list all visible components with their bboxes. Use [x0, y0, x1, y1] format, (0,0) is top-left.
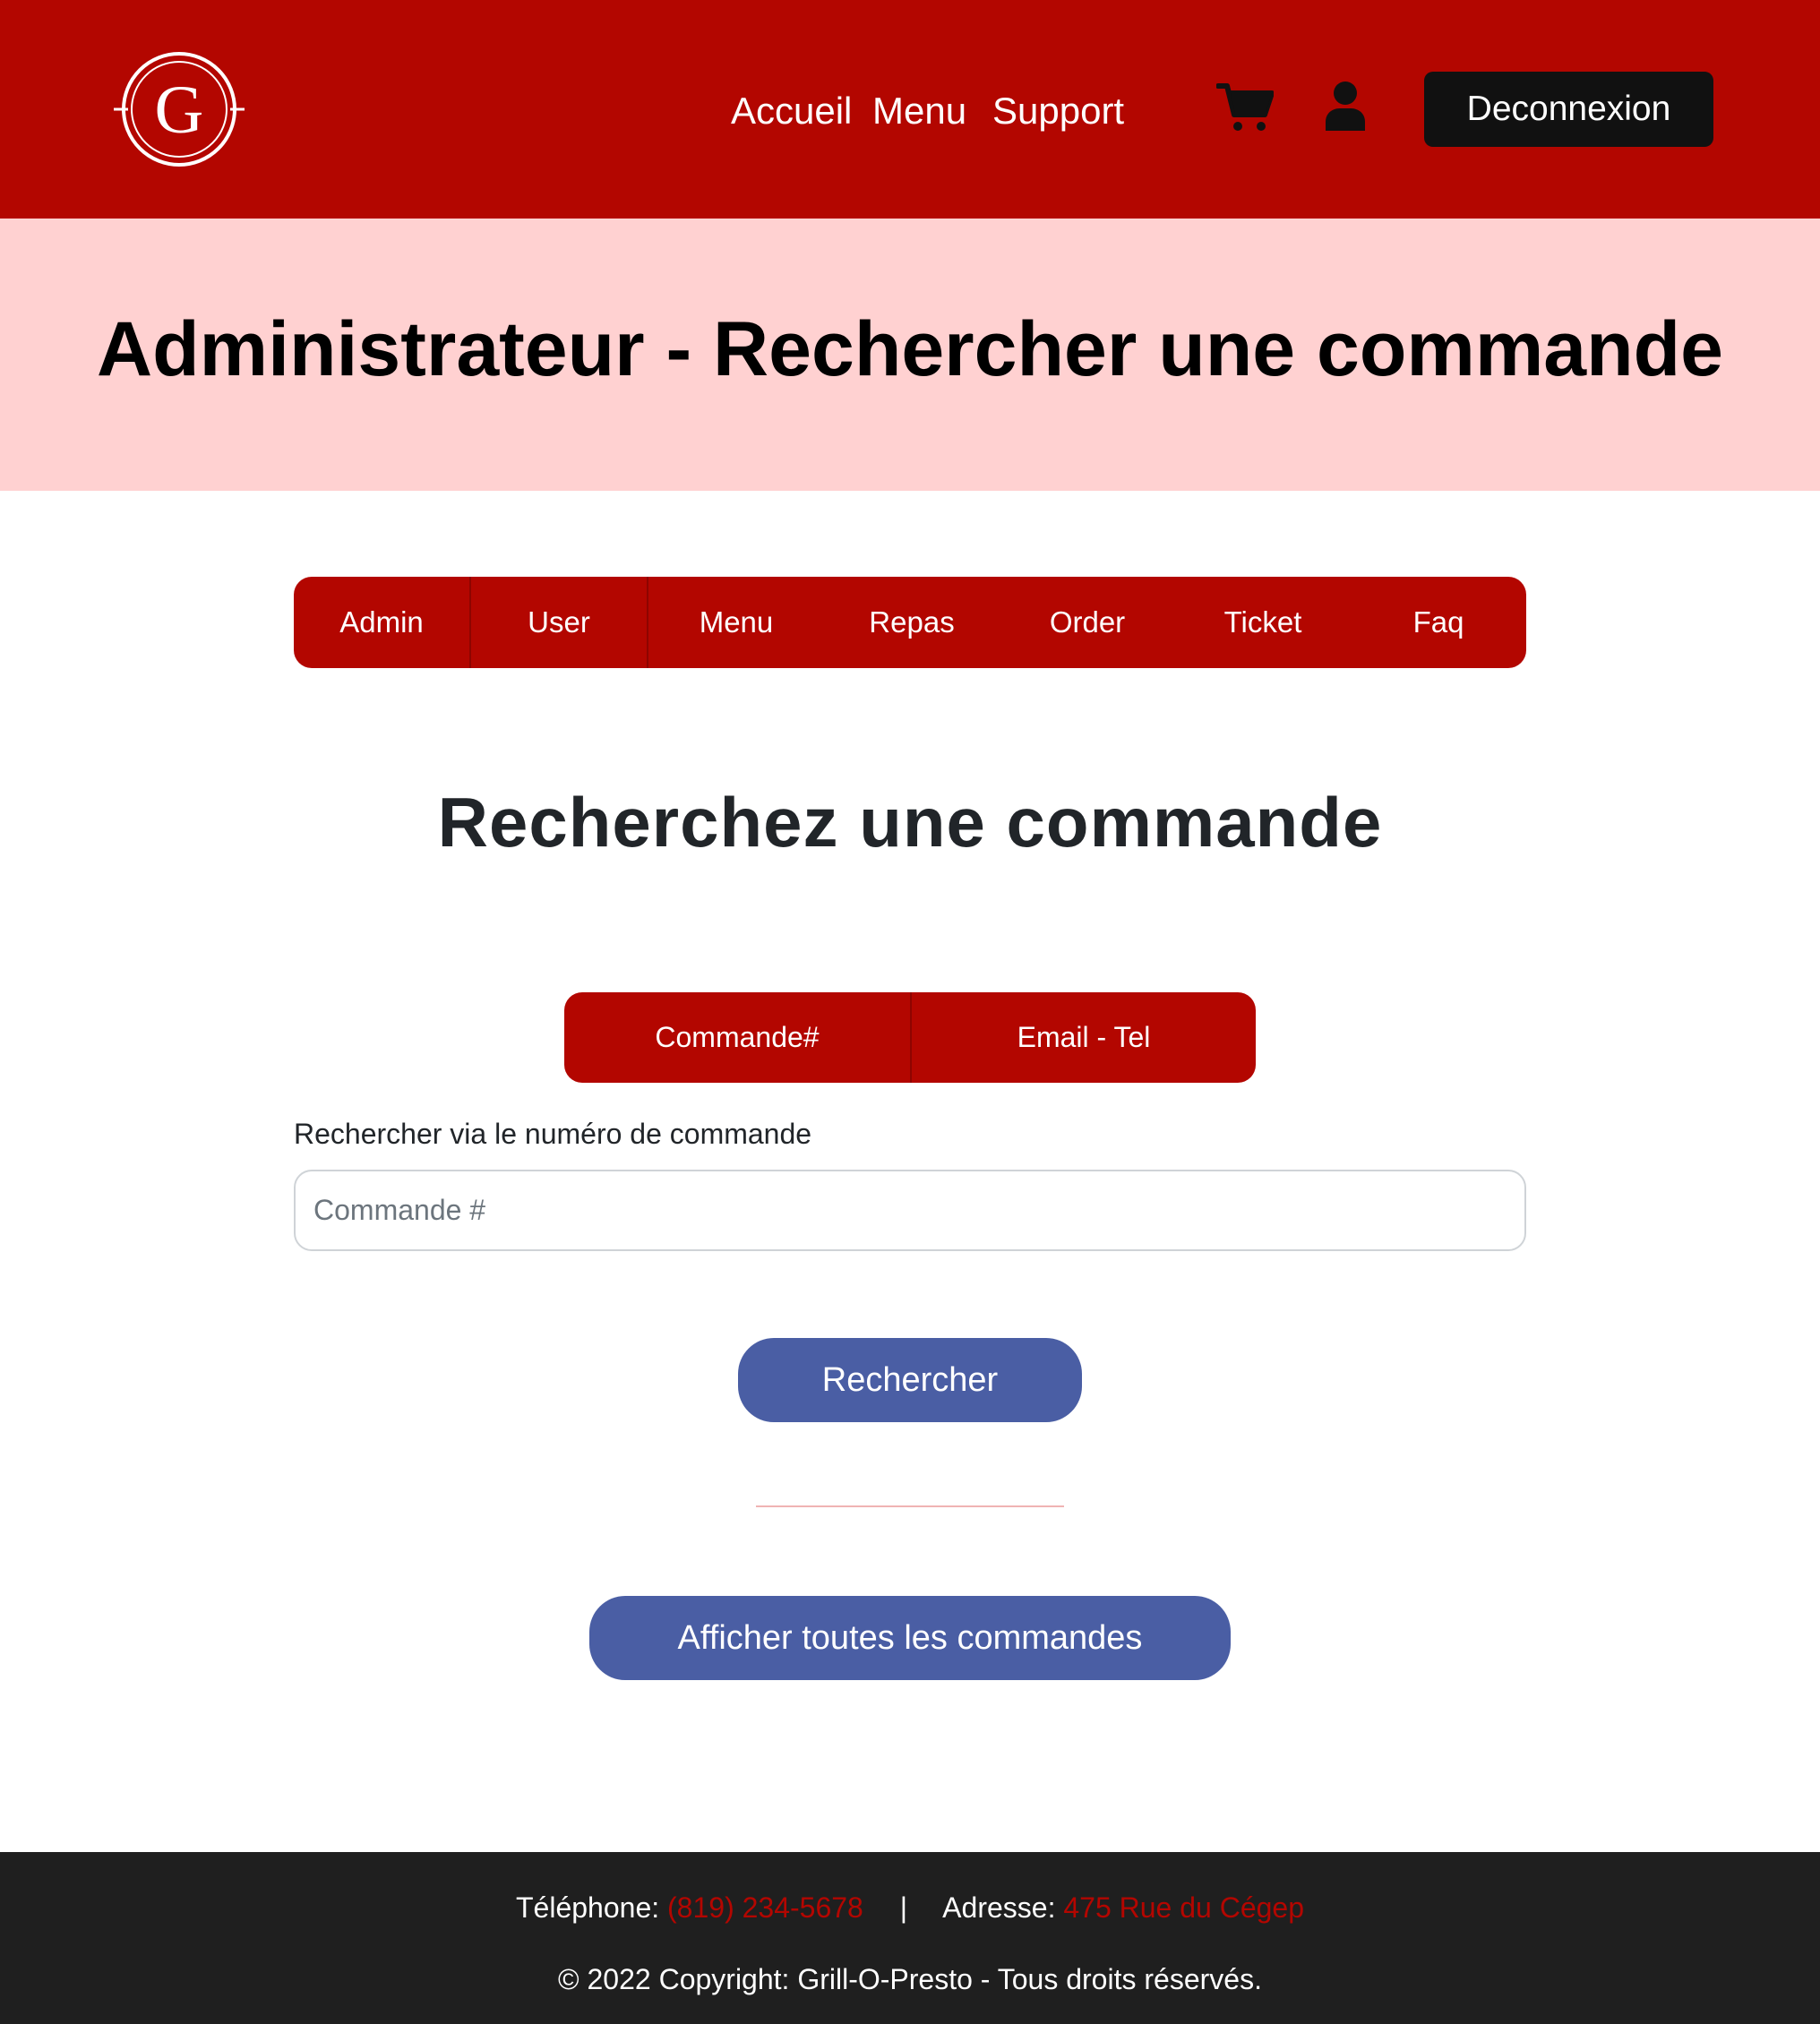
footer-contact: Téléphone: (819) 234-5678 | Adresse: 475…: [0, 1884, 1820, 1931]
user-icon[interactable]: [1324, 81, 1367, 131]
tab-menu[interactable]: Menu: [648, 577, 824, 668]
search-section-title: Recherchez une commande: [437, 783, 1383, 862]
page-title: Administrateur - Rechercher une commande: [96, 306, 1724, 392]
tab-order[interactable]: Order: [1000, 577, 1175, 668]
tab-admin[interactable]: Admin: [294, 577, 471, 668]
order-number-label: Rechercher via le numéro de commande: [294, 1118, 812, 1150]
admin-tabs: Admin User Menu Repas Order Ticket Faq: [294, 577, 1526, 668]
site-footer: Téléphone: (819) 234-5678 | Adresse: 475…: [0, 1852, 1820, 2024]
tab-user[interactable]: User: [471, 577, 648, 668]
search-mode-toggle: Commande# Email - Tel: [564, 992, 1256, 1083]
cart-icon[interactable]: [1216, 82, 1274, 133]
phone-link[interactable]: (819) 234-5678: [667, 1891, 863, 1924]
section-divider: [756, 1505, 1064, 1507]
phone-label: Téléphone:: [516, 1891, 660, 1924]
site-header: G Accueil Menu Support Deconnexion: [0, 0, 1820, 219]
nav-menu[interactable]: Menu: [872, 84, 966, 138]
search-button[interactable]: Rechercher: [738, 1338, 1082, 1422]
address-label: Adresse:: [942, 1891, 1056, 1924]
footer-copyright: © 2022 Copyright: Grill-O-Presto - Tous …: [558, 1963, 1262, 1995]
tab-ticket[interactable]: Ticket: [1175, 577, 1351, 668]
show-all-orders-button[interactable]: Afficher toutes les commandes: [589, 1596, 1231, 1680]
footer-separator: |: [899, 1891, 908, 1924]
tab-faq[interactable]: Faq: [1351, 577, 1526, 668]
nav-support[interactable]: Support: [992, 84, 1124, 138]
mode-email-tel[interactable]: Email - Tel: [912, 992, 1256, 1083]
nav-accueil[interactable]: Accueil: [731, 84, 852, 138]
hero-banner: Administrateur - Rechercher une commande: [0, 219, 1820, 491]
address-link[interactable]: 475 Rue du Cégep: [1063, 1891, 1304, 1924]
tab-repas[interactable]: Repas: [824, 577, 1000, 668]
mode-commande-number[interactable]: Commande#: [564, 992, 912, 1083]
logout-button[interactable]: Deconnexion: [1424, 72, 1713, 147]
order-number-input[interactable]: [294, 1170, 1526, 1251]
